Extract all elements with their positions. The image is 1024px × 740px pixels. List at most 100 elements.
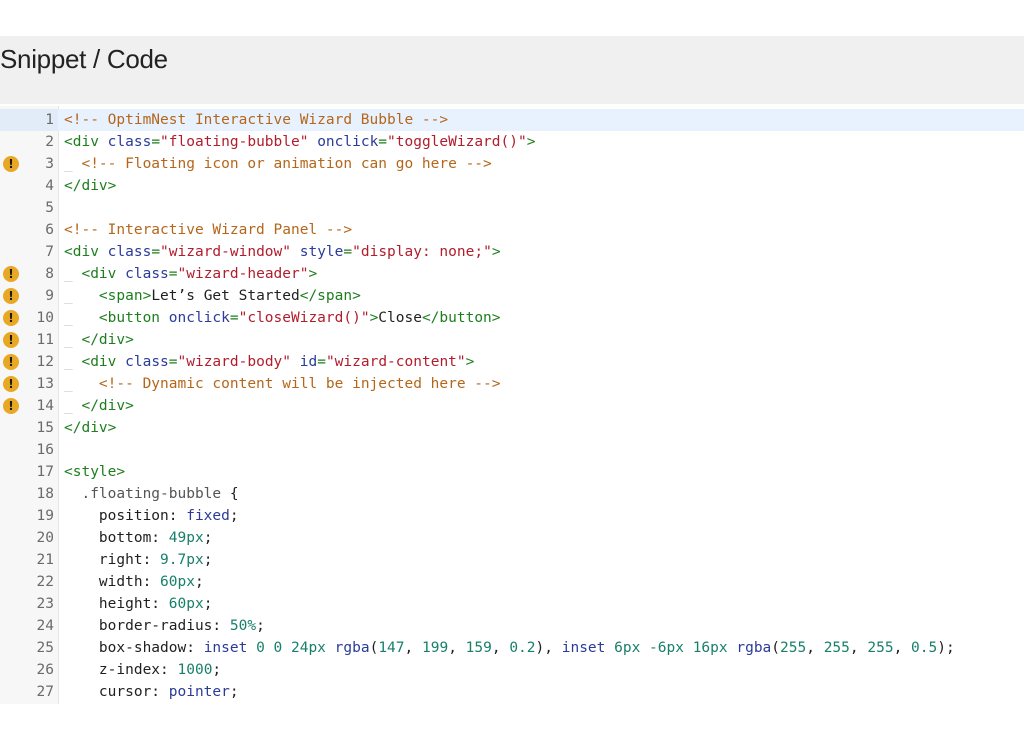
code-token: onclick — [168, 310, 230, 326]
code-line[interactable]: ! 8 _ <div class="wizard-header"> — [0, 263, 1024, 285]
code-line[interactable]: 23 height: 60px; — [0, 593, 1024, 615]
warning-icon[interactable]: ! — [3, 310, 19, 326]
line-number: 19 — [36, 508, 54, 524]
code-line[interactable]: ! 14 _ </div> — [0, 395, 1024, 417]
indent-marker: _ — [64, 398, 73, 414]
code-line[interactable]: 17 <style> — [0, 461, 1024, 483]
code-line[interactable]: ! 9 _ <span>Let’s Get Started</span> — [0, 285, 1024, 307]
gutter-cell: 7 — [0, 241, 58, 263]
warning-icon[interactable]: ! — [3, 376, 19, 392]
code-token: </button> — [421, 310, 501, 326]
code-line[interactable]: ! 12 _ <div class="wizard-body" id="wizard… — [0, 351, 1024, 373]
line-code: <!-- Interactive Wizard Panel --> — [64, 219, 352, 241]
gutter-cell: 24 — [0, 615, 58, 637]
code-line[interactable]: 19 position: fixed; — [0, 505, 1024, 527]
code-token: <button — [72, 310, 169, 326]
code-token: "wizard-body" — [177, 354, 292, 370]
code-line[interactable]: 18 .floating-bubble { — [0, 483, 1024, 505]
code-token: box-shadow: — [64, 640, 204, 656]
line-number: 5 — [45, 200, 54, 216]
page-title: Snippet / Code — [0, 44, 168, 74]
code-token: style — [299, 244, 344, 260]
code-line[interactable]: ! 13 _ <!-- Dynamic content will be inject… — [0, 373, 1024, 395]
code-line[interactable]: ! 11 _ </div> — [0, 329, 1024, 351]
bottom-margin — [0, 704, 1024, 740]
warning-icon[interactable]: ! — [3, 266, 19, 282]
gutter-cell: 6 — [0, 219, 58, 241]
code-line[interactable]: 5 — [0, 197, 1024, 219]
line-code: <style> — [64, 461, 125, 483]
code-line[interactable]: 26 z-index: 1000; — [0, 659, 1024, 681]
gutter-cell: 21 — [0, 549, 58, 571]
warning-icon[interactable]: ! — [3, 332, 19, 348]
code-token: "display: none;" — [352, 244, 492, 260]
code-line[interactable]: 7 <div class="wizard-window" style="displ… — [0, 241, 1024, 263]
code-line[interactable]: 21 right: 9.7px; — [0, 549, 1024, 571]
code-token: = — [378, 134, 388, 150]
code-line[interactable]: 6 <!-- Interactive Wizard Panel --> — [0, 219, 1024, 241]
warning-icon[interactable]: ! — [3, 354, 19, 370]
line-number: 2 — [45, 134, 54, 150]
code-token: 50% — [229, 618, 257, 634]
gutter-cell: ! 12 — [0, 351, 58, 373]
code-line[interactable]: 25 box-shadow: inset 0 0 24px rgba(147, … — [0, 637, 1024, 659]
code-token: cursor: — [64, 684, 169, 700]
line-number: 4 — [45, 178, 54, 194]
code-editor[interactable]: 1 <!-- OptimNest Interactive Wizard Bubbl… — [0, 106, 1024, 706]
code-token: ; — [203, 596, 213, 612]
line-number: 8 — [45, 266, 54, 282]
code-line[interactable]: ! 3 _ <!-- Floating icon or animation can … — [0, 153, 1024, 175]
code-token: <div — [64, 244, 108, 260]
code-token: inset — [203, 640, 248, 656]
line-number: 10 — [36, 310, 54, 326]
line-code: </div> — [64, 175, 116, 197]
code-line[interactable]: 27 cursor: pointer; — [0, 681, 1024, 703]
warning-icon[interactable]: ! — [3, 156, 19, 172]
code-line[interactable]: 24 border-radius: 50%; — [0, 615, 1024, 637]
code-token: inset — [561, 640, 606, 656]
code-token: <div — [64, 134, 108, 150]
gutter-cell: ! 14 — [0, 395, 58, 417]
code-token: > — [465, 354, 475, 370]
code-token: <!-- OptimNest Interactive Wizard Bubble… — [64, 112, 449, 128]
code-line[interactable]: 2 <div class="floating-bubble" onclick="t… — [0, 131, 1024, 153]
code-token: > — [369, 310, 379, 326]
gutter-cell: 20 — [0, 527, 58, 549]
code-token: = — [343, 244, 353, 260]
line-number: 13 — [36, 376, 54, 392]
gutter-cell: ! 13 — [0, 373, 58, 395]
code-line[interactable]: 20 bottom: 49px; — [0, 527, 1024, 549]
code-token: </div> — [72, 398, 134, 414]
gutter-cell: ! 8 — [0, 263, 58, 285]
code-token: 199 — [421, 640, 449, 656]
line-code: height: 60px; — [64, 593, 213, 615]
code-line[interactable]: 1 <!-- OptimNest Interactive Wizard Bubbl… — [0, 109, 1024, 131]
code-token: = — [151, 134, 161, 150]
line-code: </div> — [64, 417, 116, 439]
gutter-cell: ! 3 — [0, 153, 58, 175]
line-code: _ </div> — [64, 329, 134, 351]
line-code: _ <div class="wizard-header"> — [64, 263, 317, 285]
code-line[interactable]: ! 10 _ <button onclick="closeWizard()">Clo… — [0, 307, 1024, 329]
line-number: 18 — [36, 486, 54, 502]
code-line[interactable]: 22 width: 60px; — [0, 571, 1024, 593]
warning-icon[interactable]: ! — [3, 398, 19, 414]
warning-icon[interactable]: ! — [3, 288, 19, 304]
code-line[interactable]: 16 — [0, 439, 1024, 461]
indent-marker: _ — [64, 266, 73, 282]
line-code: cursor: pointer; — [64, 681, 239, 703]
line-number: 27 — [36, 684, 54, 700]
gutter-cell: 16 — [0, 439, 58, 461]
code-line[interactable]: 15 </div> — [0, 417, 1024, 439]
code-token: ; — [256, 618, 265, 634]
code-token: > — [526, 134, 536, 150]
indent-marker: _ — [64, 354, 73, 370]
code-line[interactable]: 4 </div> — [0, 175, 1024, 197]
header-bar: Snippet / Code — [0, 36, 1024, 104]
gutter-cell: 18 — [0, 483, 58, 505]
code-token: class — [125, 266, 169, 282]
line-code: .floating-bubble { — [64, 483, 238, 505]
